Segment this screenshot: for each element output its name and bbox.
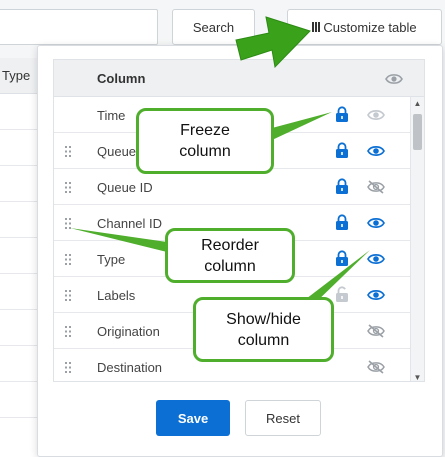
eye-icon[interactable] bbox=[367, 288, 385, 305]
reset-button[interactable]: Reset bbox=[245, 400, 321, 436]
showhide-callout-line-1: Show/hide bbox=[226, 310, 301, 328]
customize-table-button[interactable]: Customize table bbox=[287, 9, 442, 45]
search-button[interactable]: Search bbox=[172, 9, 255, 45]
save-button[interactable]: Save bbox=[156, 400, 230, 436]
freeze-callout-line-2: column bbox=[179, 143, 231, 160]
column-row-label: Channel ID bbox=[97, 216, 163, 231]
eye-slash-icon[interactable] bbox=[367, 324, 385, 341]
lock-icon[interactable] bbox=[335, 142, 349, 161]
eye-slash-icon[interactable] bbox=[367, 360, 385, 377]
background-table-header-type: Type bbox=[2, 68, 31, 83]
eye-icon bbox=[367, 108, 385, 125]
column-row-label: Time bbox=[97, 108, 126, 123]
eye-icon[interactable] bbox=[367, 252, 385, 269]
drag-handle-icon[interactable] bbox=[65, 361, 71, 376]
drag-handle-icon[interactable] bbox=[65, 145, 71, 160]
background-table-row bbox=[0, 274, 39, 310]
background-table: Type bbox=[0, 58, 40, 457]
scroll-up-arrow[interactable]: ▲ bbox=[411, 97, 424, 109]
column-list-header: Column bbox=[54, 60, 424, 97]
background-table-row bbox=[0, 382, 39, 418]
freeze-column-callout: Freeze column bbox=[136, 108, 274, 174]
column-row-label: Queue ID bbox=[97, 180, 153, 195]
background-table-row bbox=[0, 202, 39, 238]
column-row-label: Origination bbox=[97, 324, 160, 339]
scroll-down-arrow[interactable]: ▼ bbox=[411, 371, 424, 382]
column-row-label: Queue bbox=[97, 144, 137, 159]
drag-handle-icon[interactable] bbox=[65, 181, 71, 196]
drag-handle-icon[interactable] bbox=[65, 325, 71, 340]
search-input[interactable] bbox=[0, 9, 158, 45]
scroll-thumb[interactable] bbox=[413, 114, 422, 150]
drag-handle-icon[interactable] bbox=[65, 253, 71, 268]
lock-icon[interactable] bbox=[335, 250, 349, 269]
lock-icon[interactable] bbox=[335, 106, 349, 125]
column-row-label: Labels bbox=[97, 288, 136, 303]
visibility-header-eye-icon bbox=[385, 73, 403, 88]
column-row[interactable]: Queue ID bbox=[54, 169, 424, 205]
column-row-label: Type bbox=[97, 252, 126, 267]
eye-icon[interactable] bbox=[367, 144, 385, 161]
background-table-row bbox=[0, 94, 39, 130]
column-row-label: Destination bbox=[97, 360, 163, 375]
drag-handle-icon[interactable] bbox=[65, 289, 71, 304]
showhide-callout-line-2: column bbox=[237, 331, 290, 349]
background-table-row bbox=[0, 346, 39, 382]
reorder-callout-line-1: Reorder bbox=[201, 236, 259, 254]
background-table-row bbox=[0, 238, 39, 274]
background-table-header: Type bbox=[0, 58, 39, 94]
showhide-column-callout: Show/hide column bbox=[193, 297, 334, 362]
unlock-icon[interactable] bbox=[335, 286, 349, 305]
column-header-label: Column bbox=[97, 71, 146, 86]
lock-icon[interactable] bbox=[335, 214, 349, 233]
customize-table-label: Customize table bbox=[323, 19, 417, 35]
background-table-row bbox=[0, 310, 39, 346]
drag-handle-icon[interactable] bbox=[65, 217, 71, 232]
lock-icon[interactable] bbox=[335, 178, 349, 197]
freeze-callout-line-1: Freeze bbox=[180, 122, 230, 139]
columns-icon bbox=[312, 22, 321, 32]
background-table-row bbox=[0, 166, 39, 202]
scrollbar[interactable]: ▲ ▼ bbox=[410, 97, 424, 382]
eye-slash-icon[interactable] bbox=[367, 180, 385, 197]
reorder-callout-line-2: column bbox=[204, 257, 256, 275]
search-button-label: Search bbox=[192, 19, 235, 35]
reorder-column-callout: Reorder column bbox=[165, 228, 295, 283]
eye-icon[interactable] bbox=[367, 216, 385, 233]
background-table-row bbox=[0, 130, 39, 166]
